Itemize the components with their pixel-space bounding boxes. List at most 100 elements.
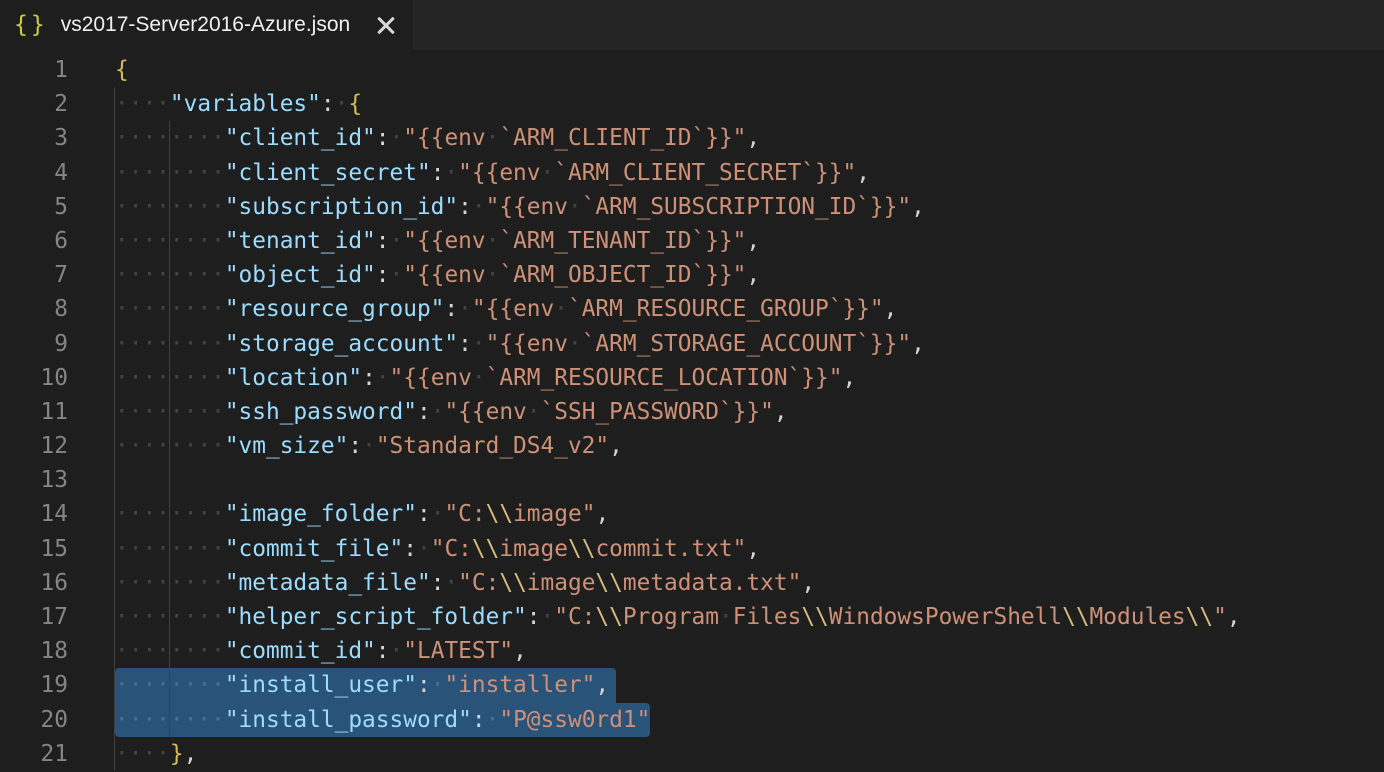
indent-guide-level-0 — [114, 87, 115, 771]
code-token: image — [499, 536, 568, 562]
line-number[interactable]: 17 — [0, 600, 68, 634]
code-line[interactable]: 19········"install_user":·"installer", — [0, 668, 1384, 702]
line-number[interactable]: 9 — [0, 327, 68, 361]
code-line[interactable]: 14········"image_folder":·"C:\\image", — [0, 497, 1384, 531]
code-line[interactable]: 20 ········"install_password":·"P@ssw0rd1… — [0, 703, 1384, 737]
line-number[interactable]: 19 — [0, 668, 68, 702]
code-line[interactable]: 5 ········"subscription_id":·"{{env·`ARM_… — [0, 190, 1384, 224]
code-token: , — [801, 570, 815, 596]
code-token: `ARM_CLIENT_SECRET`}}" — [554, 160, 856, 186]
code-token: "image_folder" — [225, 501, 417, 527]
line-number[interactable]: 6 — [0, 224, 68, 258]
code-line[interactable]: 9 ········"storage_account":·"{{env·`ARM_… — [0, 327, 1384, 361]
whitespace-dots: · — [390, 125, 404, 151]
code-line[interactable]: 4········"client_secret":·"{{env·`ARM_CL… — [0, 156, 1384, 190]
code-token: : — [362, 365, 376, 391]
code-line[interactable]: 1{ — [0, 53, 1384, 87]
code-token: : — [472, 707, 486, 733]
code-line[interactable]: 16 ········"metadata_file":·"C:\\image\\m… — [0, 566, 1384, 600]
code-line[interactable]: 7 ········"object_id":·"{{env·`ARM_OBJECT… — [0, 258, 1384, 292]
code-token: , — [746, 262, 760, 288]
code-token: `ARM_CLIENT_ID`}}" — [499, 125, 746, 151]
code-token: "client_id" — [225, 125, 376, 151]
code-line-content: ········"install_password":·"P@ssw0rd1" — [115, 703, 650, 737]
whitespace-dots: · — [472, 365, 486, 391]
code-line[interactable]: 17········"helper_script_folder":·"C:\\P… — [0, 600, 1384, 634]
tab-vs2017-server2016-azure[interactable]: {} vs2017-Server2016-Azure.json — [0, 0, 413, 50]
code-line[interactable]: 2····"variables":·{ — [0, 87, 1384, 121]
line-number[interactable]: 18 — [0, 634, 68, 668]
line-number[interactable]: 1 — [0, 53, 68, 87]
line-number[interactable]: 20 — [0, 703, 68, 737]
code-token: "client_secret" — [225, 160, 431, 186]
code-token: `ARM_RESOURCE_GROUP`}}" — [568, 296, 884, 322]
tab-close-icon[interactable] — [375, 14, 397, 36]
tab-title: vs2017-Server2016-Azure.json — [61, 13, 351, 37]
code-line[interactable]: 21····}, — [0, 737, 1384, 771]
whitespace-dots: · — [390, 638, 404, 664]
line-number[interactable]: 11 — [0, 395, 68, 429]
code-token: , — [609, 433, 623, 459]
code-line[interactable]: 13 — [0, 463, 1384, 497]
code-line[interactable]: 8········"resource_group":·"{{env·`ARM_R… — [0, 292, 1384, 326]
code-line[interactable]: 18········"commit_id":·"LATEST", — [0, 634, 1384, 668]
line-number[interactable]: 7 — [0, 258, 68, 292]
whitespace-dots: · — [335, 91, 349, 117]
code-token: image — [527, 570, 596, 596]
line-number[interactable]: 15 — [0, 532, 68, 566]
code-token: image" — [513, 501, 595, 527]
code-token: "{{env — [444, 399, 526, 425]
code-line[interactable]: 15········"commit_file":·"C:\\image\\com… — [0, 532, 1384, 566]
code-token: , — [746, 536, 760, 562]
code-line-content: ········"vm_size":·"Standard_DS4_v2", — [115, 429, 623, 463]
code-token: : — [431, 160, 445, 186]
whitespace-dots: · — [444, 570, 458, 596]
code-token: `ARM_STORAGE_ACCOUNT`}}" — [582, 331, 911, 357]
code-line[interactable]: 3········"client_id":·"{{env·`ARM_CLIENT… — [0, 121, 1384, 155]
code-token: "C: — [444, 501, 485, 527]
code-token: "object_id" — [225, 262, 376, 288]
code-line-content: ········"object_id":·"{{env·`ARM_OBJECT_… — [115, 258, 760, 292]
code-token: "location" — [225, 365, 362, 391]
whitespace-dots: · — [390, 228, 404, 254]
whitespace-dots: · — [362, 433, 376, 459]
editor[interactable]: 1{2····"variables":·{3········"client_id… — [0, 50, 1384, 772]
line-number[interactable]: 3 — [0, 121, 68, 155]
code-line[interactable]: 12········"vm_size":·"Standard_DS4_v2", — [0, 429, 1384, 463]
code-token: "{{env — [390, 365, 472, 391]
code-line[interactable]: 6········"tenant_id":·"{{env·`ARM_TENANT… — [0, 224, 1384, 258]
line-number[interactable]: 21 — [0, 737, 68, 771]
code-token: Modules — [1090, 604, 1186, 630]
code-line-content: ········"subscription_id":·"{{env·`ARM_S… — [115, 190, 925, 224]
whitespace-dots: · — [568, 331, 582, 357]
code-token: : — [444, 296, 458, 322]
code-token: "C: — [458, 570, 499, 596]
code-token: \\ — [1062, 604, 1089, 630]
whitespace-dots: · — [376, 365, 390, 391]
code-line[interactable]: 10········"location":·"{{env·`ARM_RESOUR… — [0, 361, 1384, 395]
code-token: : — [376, 228, 390, 254]
line-number[interactable]: 14 — [0, 497, 68, 531]
code-line-content: ········"metadata_file":·"C:\\image\\met… — [115, 566, 815, 600]
code-token: \\ — [486, 501, 513, 527]
code-line[interactable]: 11········"ssh_password":·"{{env·`SSH_PA… — [0, 395, 1384, 429]
line-number[interactable]: 13 — [0, 463, 68, 497]
line-number[interactable]: 4 — [0, 156, 68, 190]
code-token: , — [595, 501, 609, 527]
code-token: "{{env — [403, 228, 485, 254]
code-token: , — [184, 741, 198, 767]
code-line-content: ········"storage_account":·"{{env·`ARM_S… — [115, 327, 925, 361]
line-number[interactable]: 8 — [0, 292, 68, 326]
code-token: "{{env — [403, 262, 485, 288]
line-number[interactable]: 10 — [0, 361, 68, 395]
json-file-icon: {} — [14, 14, 48, 37]
whitespace-dots: · — [486, 228, 500, 254]
code-token: "vm_size" — [225, 433, 349, 459]
code-token: : — [417, 501, 431, 527]
line-number[interactable]: 16 — [0, 566, 68, 600]
code-token: \\ — [499, 570, 526, 596]
line-number[interactable]: 5 — [0, 190, 68, 224]
code-token: "commit_id" — [225, 638, 376, 664]
line-number[interactable]: 2 — [0, 87, 68, 121]
line-number[interactable]: 12 — [0, 429, 68, 463]
